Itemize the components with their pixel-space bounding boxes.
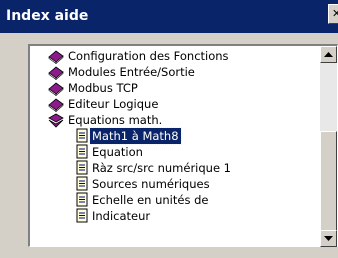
document-icon xyxy=(74,128,90,144)
close-button[interactable]: ✕ xyxy=(328,4,338,24)
scroll-thumb[interactable] xyxy=(320,131,337,231)
title-bar: Index aide ✕ xyxy=(0,0,338,33)
arrow-down-icon xyxy=(324,236,333,241)
book-icon xyxy=(48,80,64,97)
tree-item[interactable]: Modbus TCP xyxy=(30,80,318,97)
help-index-window: Index aide ✕ Configuration des Fonctions… xyxy=(0,0,338,258)
document-icon xyxy=(74,208,90,224)
tree-list: Configuration des Fonctions Modules Entré… xyxy=(30,48,318,224)
tree-item[interactable]: Echelle en unités de xyxy=(30,192,318,208)
tree-item-label: Ràz src/src numérique 1 xyxy=(92,161,231,175)
document-icon xyxy=(74,176,90,192)
document-icon xyxy=(74,192,90,208)
window-title: Index aide xyxy=(6,8,89,24)
tree-item-label: Equations math. xyxy=(68,113,163,127)
tree-item-label: Indicateur xyxy=(92,209,151,223)
document-icon xyxy=(74,160,90,176)
tree-item-label: Configuration des Fonctions xyxy=(68,49,229,63)
tree-item-label: Sources numériques xyxy=(92,177,210,191)
scroll-up-button[interactable] xyxy=(320,46,337,63)
tree-item[interactable]: Editeur Logique xyxy=(30,96,318,113)
tree-item-label: Modbus TCP xyxy=(68,81,138,95)
help-index-tree[interactable]: Configuration des Fonctions Modules Entré… xyxy=(28,44,338,247)
tree-item-label: Echelle en unités de xyxy=(92,193,209,207)
tree-item[interactable]: Indicateur xyxy=(30,208,318,224)
book-icon xyxy=(48,96,64,113)
tree-item[interactable]: Math1 à Math8 xyxy=(30,127,318,145)
vertical-scrollbar[interactable] xyxy=(320,46,337,247)
tree-item[interactable]: Equation xyxy=(30,144,318,160)
tree-item[interactable]: Sources numériques xyxy=(30,176,318,192)
tree-item-label: Math1 à Math8 xyxy=(89,127,182,145)
tree-item[interactable]: Configuration des Fonctions xyxy=(30,48,318,65)
tree-item-label: Editeur Logique xyxy=(68,97,159,111)
tree-item-label: Modules Entrée/Sortie xyxy=(68,65,195,79)
tree-item[interactable]: Modules Entrée/Sortie xyxy=(30,64,318,81)
document-icon xyxy=(74,144,90,160)
open-book-icon xyxy=(48,112,64,128)
tree-item-label: Equation xyxy=(92,145,143,159)
book-icon xyxy=(48,48,64,65)
book-icon xyxy=(48,64,64,81)
tree-item[interactable]: Equations math. xyxy=(30,112,318,128)
close-icon: ✕ xyxy=(332,7,338,20)
arrow-up-icon xyxy=(324,52,333,57)
tree-item[interactable]: Ràz src/src numérique 1 xyxy=(30,160,318,176)
scroll-down-button[interactable] xyxy=(320,230,337,247)
